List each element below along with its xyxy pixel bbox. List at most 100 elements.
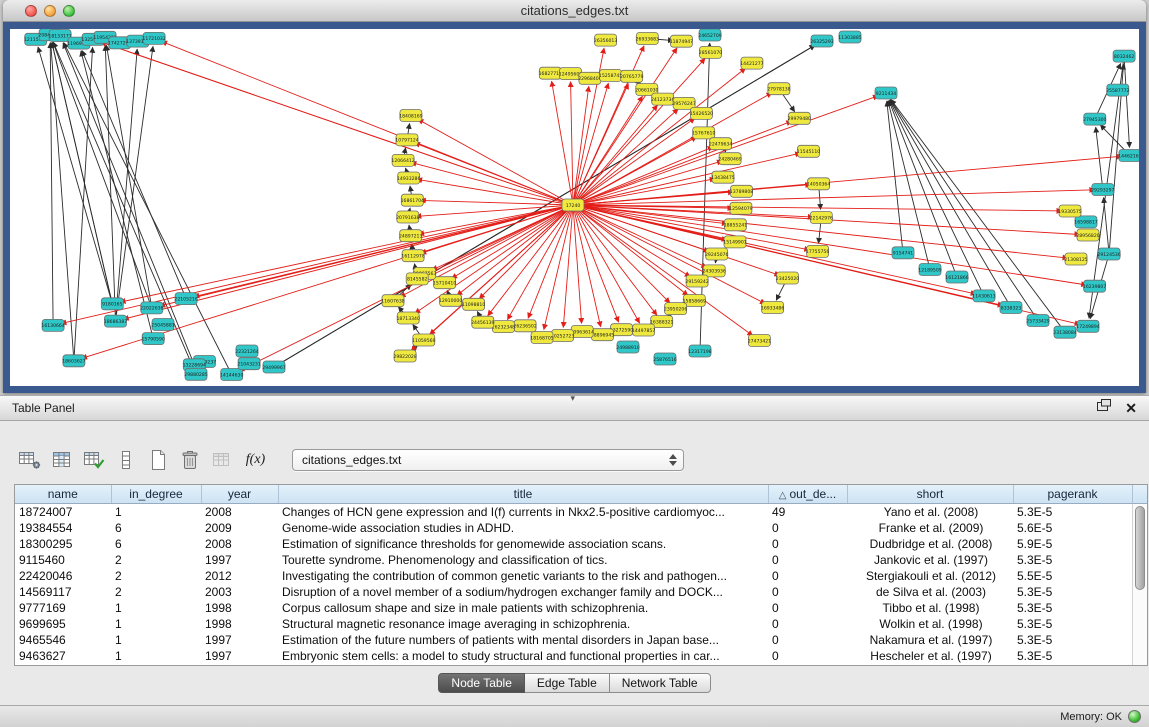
network-node[interactable]: 16861704 [401, 194, 424, 206]
network-node[interactable]: 22321264 [235, 345, 258, 357]
table-cell[interactable]: Nakamura et al. (1997) [847, 632, 1013, 648]
network-node[interactable]: 14462167 [1118, 150, 1139, 162]
network-node[interactable]: 24123736 [651, 93, 674, 105]
table-cell[interactable]: 9463627 [15, 648, 111, 664]
table-row[interactable]: 946362711997Embryonic stem cells: a mode… [15, 648, 1132, 664]
network-node[interactable]: 16121866 [945, 271, 968, 283]
network-node[interactable]: 15767610 [692, 127, 715, 139]
network-node[interactable]: 25045881 [151, 319, 174, 331]
network-node[interactable]: 15426520 [690, 107, 713, 119]
network-node[interactable]: 15258745 [599, 69, 622, 81]
function-builder-button[interactable]: f(x) [240, 447, 271, 473]
network-node[interactable]: 11303885 [838, 31, 861, 43]
table-cell[interactable]: Disruption of a novel member of a sodium… [278, 584, 768, 600]
network-node[interactable]: 15790590 [142, 333, 165, 345]
table-panel-header[interactable]: ▾ Table Panel ✕ [0, 395, 1149, 421]
table-cell[interactable]: 0 [768, 648, 847, 664]
network-node[interactable]: 22479634 [709, 138, 732, 150]
table-cell[interactable]: 1997 [201, 632, 278, 648]
table-cell[interactable]: 5.3E-5 [1013, 632, 1132, 648]
table-cell[interactable]: Hescheler et al. (1997) [847, 648, 1013, 664]
table-cell[interactable]: 0 [768, 600, 847, 616]
network-node[interactable]: 8032462 [1113, 50, 1135, 62]
float-panel-icon[interactable] [1096, 399, 1111, 417]
show-columns-icon[interactable] [48, 447, 75, 473]
new-file-icon[interactable] [144, 447, 171, 473]
table-cell[interactable]: 0 [768, 584, 847, 600]
network-node[interactable]: 17240 [562, 199, 584, 211]
network-node[interactable]: 18686387 [104, 315, 127, 327]
table-cell[interactable]: 1 [111, 504, 201, 521]
network-node[interactable]: 29124536 [1097, 248, 1120, 260]
table-cell[interactable]: 5.3E-5 [1013, 552, 1132, 568]
table-cell[interactable]: 5.3E-5 [1013, 600, 1132, 616]
network-node[interactable]: 26933683 [636, 33, 659, 45]
splitter-arrow-icon[interactable]: ▾ [571, 394, 576, 402]
network-node[interactable]: 16232348 [492, 321, 515, 333]
vertical-scrollbar[interactable] [1132, 504, 1147, 665]
network-node[interactable]: 29979480 [788, 112, 811, 124]
table-row[interactable]: 911546021997Tourette syndrome. Phenomeno… [15, 552, 1132, 568]
network-node[interactable]: 18855241 [724, 219, 747, 231]
tab-node-table[interactable]: Node Table [438, 673, 525, 693]
network-node[interactable]: 11607638 [381, 295, 404, 307]
table-cell[interactable]: 5.3E-5 [1013, 584, 1132, 600]
network-node[interactable]: 12189509 [918, 264, 941, 276]
table-cell[interactable]: Franke et al. (2009) [847, 520, 1013, 536]
table-cell[interactable]: 5.5E-5 [1013, 568, 1132, 584]
network-node[interactable]: 13438475 [711, 171, 734, 183]
network-node[interactable]: 8145582 [406, 273, 428, 285]
network-node[interactable]: 20791638 [396, 211, 419, 223]
network-node[interactable]: 21308125 [1064, 253, 1087, 265]
table-cell[interactable]: 0 [768, 568, 847, 584]
network-node[interactable]: 29822028 [393, 350, 416, 362]
table-cell[interactable]: 0 [768, 552, 847, 568]
table-row[interactable]: 1872400712008Changes of HCN gene express… [15, 504, 1132, 521]
table-cell[interactable]: 2 [111, 568, 201, 584]
table-row[interactable]: 2242004622012Investigating the contribut… [15, 568, 1132, 584]
table-cell[interactable]: Genome-wide association studies in ADHD. [278, 520, 768, 536]
network-node[interactable]: 15710410 [433, 277, 456, 289]
close-window-button[interactable] [25, 5, 37, 17]
network-node[interactable]: 27945300 [1083, 113, 1106, 125]
window-titlebar[interactable]: citations_edges.txt [3, 0, 1146, 22]
tab-network-table[interactable]: Network Table [610, 673, 711, 693]
table-cell[interactable]: 9115460 [15, 552, 111, 568]
scrollbar-thumb[interactable] [1135, 506, 1145, 590]
table-cell[interactable]: Changes of HCN gene expression and I(f) … [278, 504, 768, 521]
table-cell[interactable]: 6 [111, 520, 201, 536]
network-node[interactable]: 24280469 [718, 153, 741, 165]
network-node[interactable]: 20765779 [620, 70, 643, 82]
network-node[interactable]: 10797124 [395, 134, 418, 146]
column-header-in-degree[interactable]: in_degree [111, 485, 201, 504]
network-node[interactable]: 11059569 [412, 334, 435, 346]
network-node[interactable]: 9211434 [875, 87, 897, 99]
table-cell[interactable]: 1998 [201, 600, 278, 616]
network-node[interactable]: 27473421 [748, 335, 771, 347]
network-node[interactable]: 29159242 [685, 275, 708, 287]
table-cell[interactable]: Estimation of the future numbers of pati… [278, 632, 768, 648]
network-node[interactable]: 14421277 [740, 57, 763, 69]
network-node[interactable]: 17249894 [1076, 320, 1099, 332]
network-node[interactable]: 12910000 [439, 294, 462, 306]
network-node[interactable]: 23425020 [776, 272, 799, 284]
column-header-name[interactable]: name [15, 485, 111, 504]
network-node[interactable]: 29293297 [1091, 184, 1114, 196]
table-cell[interactable]: de Silva et al. (2003) [847, 584, 1013, 600]
minimize-window-button[interactable] [44, 5, 56, 17]
table-cell[interactable]: 0 [768, 536, 847, 552]
table-cell[interactable]: 1 [111, 616, 201, 632]
table-cell[interactable]: 1 [111, 600, 201, 616]
network-node[interactable]: 9154741 [892, 247, 914, 259]
network-node[interactable]: 18408169 [399, 110, 422, 122]
column-header-title[interactable]: title [278, 485, 768, 504]
table-cell[interactable]: Jankovic et al. (1997) [847, 552, 1013, 568]
network-node[interactable]: 18896945 [591, 329, 614, 341]
network-node[interactable]: 25876516 [653, 353, 676, 365]
table-cell[interactable]: 2 [111, 584, 201, 600]
network-node[interactable]: 29245076 [705, 248, 728, 260]
table-cell[interactable]: 22420046 [15, 568, 111, 584]
column-header-year[interactable]: year [201, 485, 278, 504]
table-cell[interactable]: Wolkin et al. (1998) [847, 616, 1013, 632]
network-node[interactable]: 27978138 [767, 83, 790, 95]
